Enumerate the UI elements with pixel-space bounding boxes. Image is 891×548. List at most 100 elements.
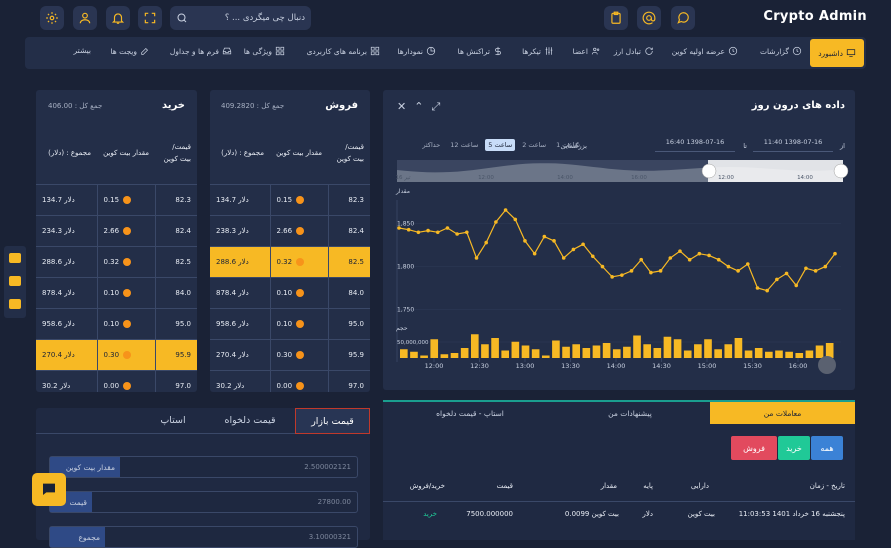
nav-charts[interactable]: نمودارها [397, 46, 436, 56]
price-point [426, 228, 430, 233]
nav-dashboard[interactable]: داشبورد [810, 39, 864, 67]
col-total: مجموع : (دلار) [210, 122, 270, 185]
settings-button[interactable] [40, 6, 64, 30]
clipboard-button[interactable] [604, 6, 628, 30]
tab-stop[interactable]: استاپ [141, 408, 205, 434]
at-button[interactable] [637, 6, 661, 30]
tool-folder-icon[interactable] [9, 299, 21, 309]
tab-limit[interactable]: قیمت دلخواه [205, 408, 295, 434]
price-chart: تیر 16 12:00 14:00 16:00 12:00 14:00مقدار1,85… [395, 160, 849, 374]
price-point [755, 286, 760, 290]
nav-widgets[interactable]: ویجت ها [110, 46, 150, 56]
search-placeholder: دنبال چی میگردی ... ؟ [224, 13, 305, 23]
volume-bar [572, 344, 581, 358]
cell-total: 288.6 دلار [36, 245, 97, 277]
search-box[interactable]: دنبال چی میگردی ... ؟ [170, 6, 311, 30]
orderbook-row[interactable]: 270.4 دلار 0.30 95.9 [210, 338, 370, 370]
nav-tickers[interactable]: تیکرها [522, 46, 554, 56]
nav-label: فرم ها و جداول [169, 46, 219, 56]
nav-label: تیکرها [522, 46, 541, 56]
price-point [726, 264, 731, 269]
orderbook-row[interactable]: 30.2 دلار 0.00 97.0 [210, 369, 370, 392]
filter-all-button[interactable]: همه [811, 436, 843, 460]
cell-total: 270.4 دلار [210, 338, 270, 370]
volume-bar [450, 353, 459, 358]
tab-my-trades[interactable]: معاملات من [710, 402, 855, 424]
nav-exchange[interactable]: تبادل ارز [614, 46, 654, 56]
tab-market[interactable]: قیمت بازار [295, 408, 370, 434]
price-axis-label: مقدار [395, 188, 410, 195]
cell-price: 82.4 [328, 214, 370, 246]
nav-ico[interactable]: عرضه اولیه کوین [672, 46, 738, 56]
nav-members[interactable]: اعضا [573, 46, 601, 56]
amount-value: 0.10 [103, 319, 120, 328]
orderbook-row[interactable]: 238.3 دلار 2.66 82.4 [210, 214, 370, 246]
tool-gamepad-icon[interactable] [9, 276, 21, 286]
col-price: قیمت/ بیت کوین [328, 122, 370, 185]
scroll-handle[interactable] [818, 356, 836, 374]
orderbook-row[interactable]: 958.6 دلار 0.10 95.0 [36, 307, 197, 339]
price-point [397, 226, 401, 230]
orderbook-row[interactable]: 878.4 دلار 0.10 84.0 [210, 276, 370, 308]
bitcoin-icon [296, 226, 305, 235]
orderbook-row[interactable]: 288.6 دلار 0.32 82.5 [210, 245, 370, 277]
cell-amount: 0.00 [269, 369, 329, 392]
nav-apps[interactable]: برنامه های کاربردی [307, 46, 380, 56]
navigator-left-handle[interactable] [701, 163, 717, 179]
orderbook-row[interactable]: 30.2 دلار 0.00 97.0 [36, 369, 197, 392]
fullscreen-button[interactable] [138, 6, 162, 30]
orderbook-row[interactable]: 134.7 دلار 0.15 82.3 [210, 183, 370, 215]
nav-label: نمودارها [397, 46, 423, 56]
profile-button[interactable] [73, 6, 97, 30]
volume-bar [623, 346, 631, 358]
volume-bar [470, 334, 479, 358]
orderbook-row[interactable]: 134.7 دلار 0.15 82.3 [36, 183, 197, 215]
nav-transactions[interactable]: تراکنش ها [458, 46, 503, 56]
price-point [765, 288, 769, 293]
floating-chat-button[interactable] [32, 473, 66, 506]
chat-button[interactable] [671, 6, 695, 30]
price-point [775, 277, 779, 282]
navigator-tick-label: 14:00 [797, 175, 813, 181]
dollar-icon [495, 46, 501, 56]
price-point [804, 266, 808, 271]
chat-bubble-icon [43, 483, 55, 495]
navigator-right-handle[interactable] [833, 163, 849, 179]
total-field[interactable]: مجموع 3.10000321 [49, 526, 358, 548]
cell-price: 84.0 [155, 276, 197, 308]
price-point [465, 230, 469, 235]
orderbook-row[interactable]: 234.3 دلار 2.66 82.4 [36, 214, 197, 246]
nav-forms[interactable]: فرم ها و جداول [170, 46, 232, 56]
filter-sell-button[interactable]: فروش [731, 436, 777, 460]
btc-amount-field[interactable]: مقدار بیت کوین 2.500002121 [49, 456, 358, 478]
filter-buy-button[interactable]: خرید [778, 436, 810, 460]
volume-axis-label: حجم [396, 325, 408, 332]
orderbook-row[interactable]: 958.6 دلار 0.10 95.0 [210, 307, 370, 339]
cell-amount: 0.15 [96, 183, 156, 215]
orderbook-row[interactable]: 270.4 دلار 0.30 95.9 [36, 338, 197, 370]
cell-price: 82.5 [328, 245, 370, 277]
bitcoin-icon [296, 257, 305, 266]
nav-more[interactable]: بیشتر [74, 46, 91, 55]
price-line [398, 209, 836, 292]
x-tick-label: 15:00 [698, 362, 717, 370]
gear-icon [46, 12, 58, 24]
notifications-button[interactable] [106, 6, 130, 30]
nav-reports[interactable]: گزارشات [760, 46, 802, 56]
tab-stop-limit[interactable]: استاپ - قیمت دلخواه [385, 402, 555, 424]
bitcoin-icon [123, 226, 132, 235]
volume-bar [521, 345, 530, 358]
cell-total: 270.4 دلار [36, 338, 97, 370]
price-point [494, 220, 498, 224]
cell-price: 82.3 [328, 183, 370, 215]
sell-orderbook: فروش جمع کل : 409.2820 مجموع : (دلار) مقد… [210, 90, 370, 392]
nav-features[interactable]: ویژگی ها [244, 46, 285, 56]
price-point [445, 226, 450, 230]
tab-my-offers[interactable]: پیشنهادات من [555, 402, 705, 424]
orderbook-row[interactable]: 288.6 دلار 0.32 82.5 [36, 245, 197, 277]
clock-icon [728, 46, 738, 56]
orderbook-row[interactable]: 878.4 دلار 0.10 84.0 [36, 276, 197, 308]
price-point [678, 249, 682, 253]
tool-card-icon[interactable] [9, 253, 21, 263]
price-field[interactable]: قیمت 27800.00 [49, 491, 358, 513]
